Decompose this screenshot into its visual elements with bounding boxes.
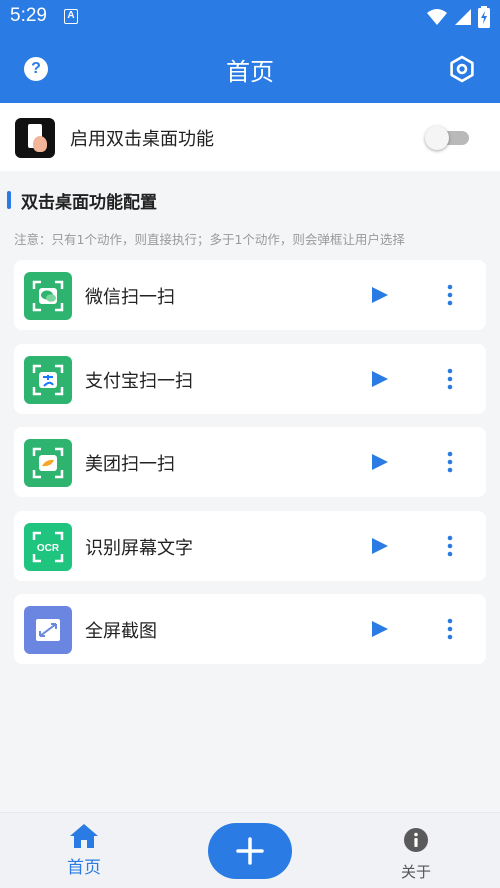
status-bar: 5:29 A <box>0 0 500 34</box>
bottom-nav: 首页 关于 <box>0 812 500 888</box>
app-bar: 5:29 A ? 首页 <box>0 0 500 103</box>
action-list: 微信扫一扫 支付宝扫一扫 美团扫一扫 OCR 识别屏幕文字 全屏截图 <box>14 260 486 678</box>
ocr-icon-text: OCR <box>37 543 60 554</box>
tab-home[interactable]: 首页 <box>54 823 114 878</box>
play-icon[interactable] <box>370 536 390 556</box>
settings-icon[interactable] <box>448 55 476 83</box>
action-name: 全屏截图 <box>85 621 157 642</box>
fullscreen-screenshot-icon <box>24 606 72 654</box>
status-time: 5:29 <box>10 5 47 26</box>
more-vert-icon[interactable] <box>440 534 460 558</box>
tab-about-label: 关于 <box>400 863 431 881</box>
section-title: 双击桌面功能配置 <box>21 193 157 213</box>
alipay-scan-icon <box>24 355 72 404</box>
info-icon <box>404 828 428 852</box>
more-vert-icon[interactable] <box>440 283 460 307</box>
action-item-ocr[interactable]: OCR 识别屏幕文字 <box>14 510 486 581</box>
action-item-wechat-scan[interactable]: 微信扫一扫 <box>14 260 486 330</box>
action-name: 支付宝扫一扫 <box>85 370 193 392</box>
play-icon[interactable] <box>370 285 390 305</box>
home-icon <box>70 824 98 848</box>
action-item-meituan-scan[interactable]: 美团扫一扫 <box>14 427 486 497</box>
plus-icon <box>236 837 264 865</box>
action-item-fullscreen-screenshot[interactable]: 全屏截图 <box>14 594 486 664</box>
action-item-alipay-scan[interactable]: 支付宝扫一扫 <box>14 343 486 414</box>
section-accent-bar <box>7 191 11 209</box>
double-tap-app-icon <box>15 118 55 158</box>
page-title: 首页 <box>226 58 274 86</box>
tab-about[interactable]: 关于 <box>386 827 446 882</box>
feature-toggle-card: 启用双击桌面功能 <box>0 103 500 171</box>
more-vert-icon[interactable] <box>440 367 460 391</box>
play-icon[interactable] <box>370 619 390 639</box>
tab-home-label: 首页 <box>67 858 101 878</box>
feature-toggle-switch[interactable] <box>425 125 471 151</box>
action-name: 美团扫一扫 <box>85 454 175 475</box>
battery-icon <box>478 6 490 28</box>
status-icons <box>426 6 490 28</box>
play-icon[interactable] <box>370 369 390 389</box>
notification-a-icon: A <box>64 9 78 24</box>
ocr-icon: OCR <box>24 522 72 571</box>
action-name: 识别屏幕文字 <box>85 537 193 559</box>
more-vert-icon[interactable] <box>440 450 460 474</box>
wechat-scan-icon <box>24 272 72 320</box>
action-name: 微信扫一扫 <box>85 287 175 308</box>
meituan-scan-icon <box>24 439 72 487</box>
section-note: 注意：只有1个动作，则直接执行；多于1个动作，则会弹框让用户选择 <box>14 232 405 247</box>
add-action-button[interactable] <box>208 823 292 879</box>
play-icon[interactable] <box>370 452 390 472</box>
wifi-icon <box>427 9 447 25</box>
signal-icon <box>455 9 471 25</box>
feature-toggle-label: 启用双击桌面功能 <box>70 129 214 150</box>
more-vert-icon[interactable] <box>440 617 460 641</box>
